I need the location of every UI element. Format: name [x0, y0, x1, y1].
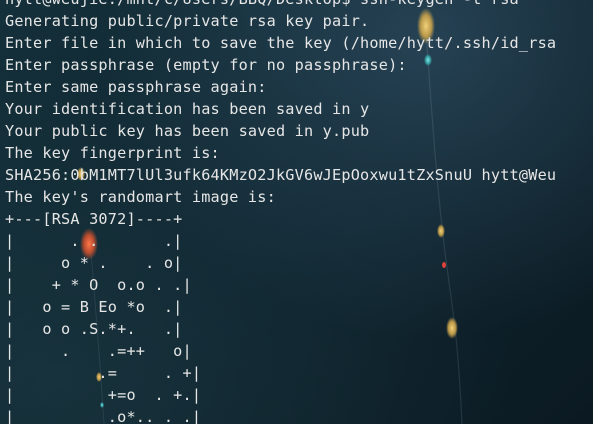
save-path-prompt-line: Enter file in which to save the key (/ho… [5, 34, 557, 52]
randomart-row: | o = B Eo *o .| [5, 298, 183, 316]
output-line: Generating public/private rsa key pair. [5, 12, 370, 30]
public-key-saved-line: Your public key has been saved in y.pub [5, 122, 370, 140]
passphrase-prompt-line: Enter passphrase (empty for no passphras… [5, 56, 407, 74]
randomart-header-line: +---[RSA 3072]----+ [5, 210, 183, 228]
fingerprint-value-line: SHA256:0bM1MT7lUl3ufk64KMzO2JkGV6wJEpOox… [5, 166, 557, 184]
randomart-row: | . .=++ o| [5, 342, 192, 360]
randomart-heading-line: The key's randomart image is: [5, 188, 276, 206]
randomart-row: | o o .S.*+. .| [5, 320, 183, 338]
randomart-row: | . . .| [5, 232, 183, 250]
passphrase-confirm-line: Enter same passphrase again: [5, 78, 267, 96]
terminal-window[interactable]: hytt@weujie:/mnt/c/Users/BBQ/Desktop$ ss… [0, 0, 593, 424]
fingerprint-heading-line: The key fingerprint is: [5, 144, 220, 162]
command-prompt-line: hytt@weujie:/mnt/c/Users/BBQ/Desktop$ ss… [5, 0, 593, 10]
randomart-row: | +=o . +.| [5, 386, 202, 404]
randomart-row: | .= . +| [5, 364, 202, 382]
randomart-row: | o * . . o| [5, 254, 183, 272]
randomart-row: | + * O o.o . .| [5, 276, 192, 294]
terminal-output[interactable]: hytt@weujie:/mnt/c/Users/BBQ/Desktop$ ss… [5, 0, 593, 424]
randomart-row: | .o*.. . .| [5, 408, 202, 424]
identification-saved-line: Your identification has been saved in y [5, 100, 370, 118]
